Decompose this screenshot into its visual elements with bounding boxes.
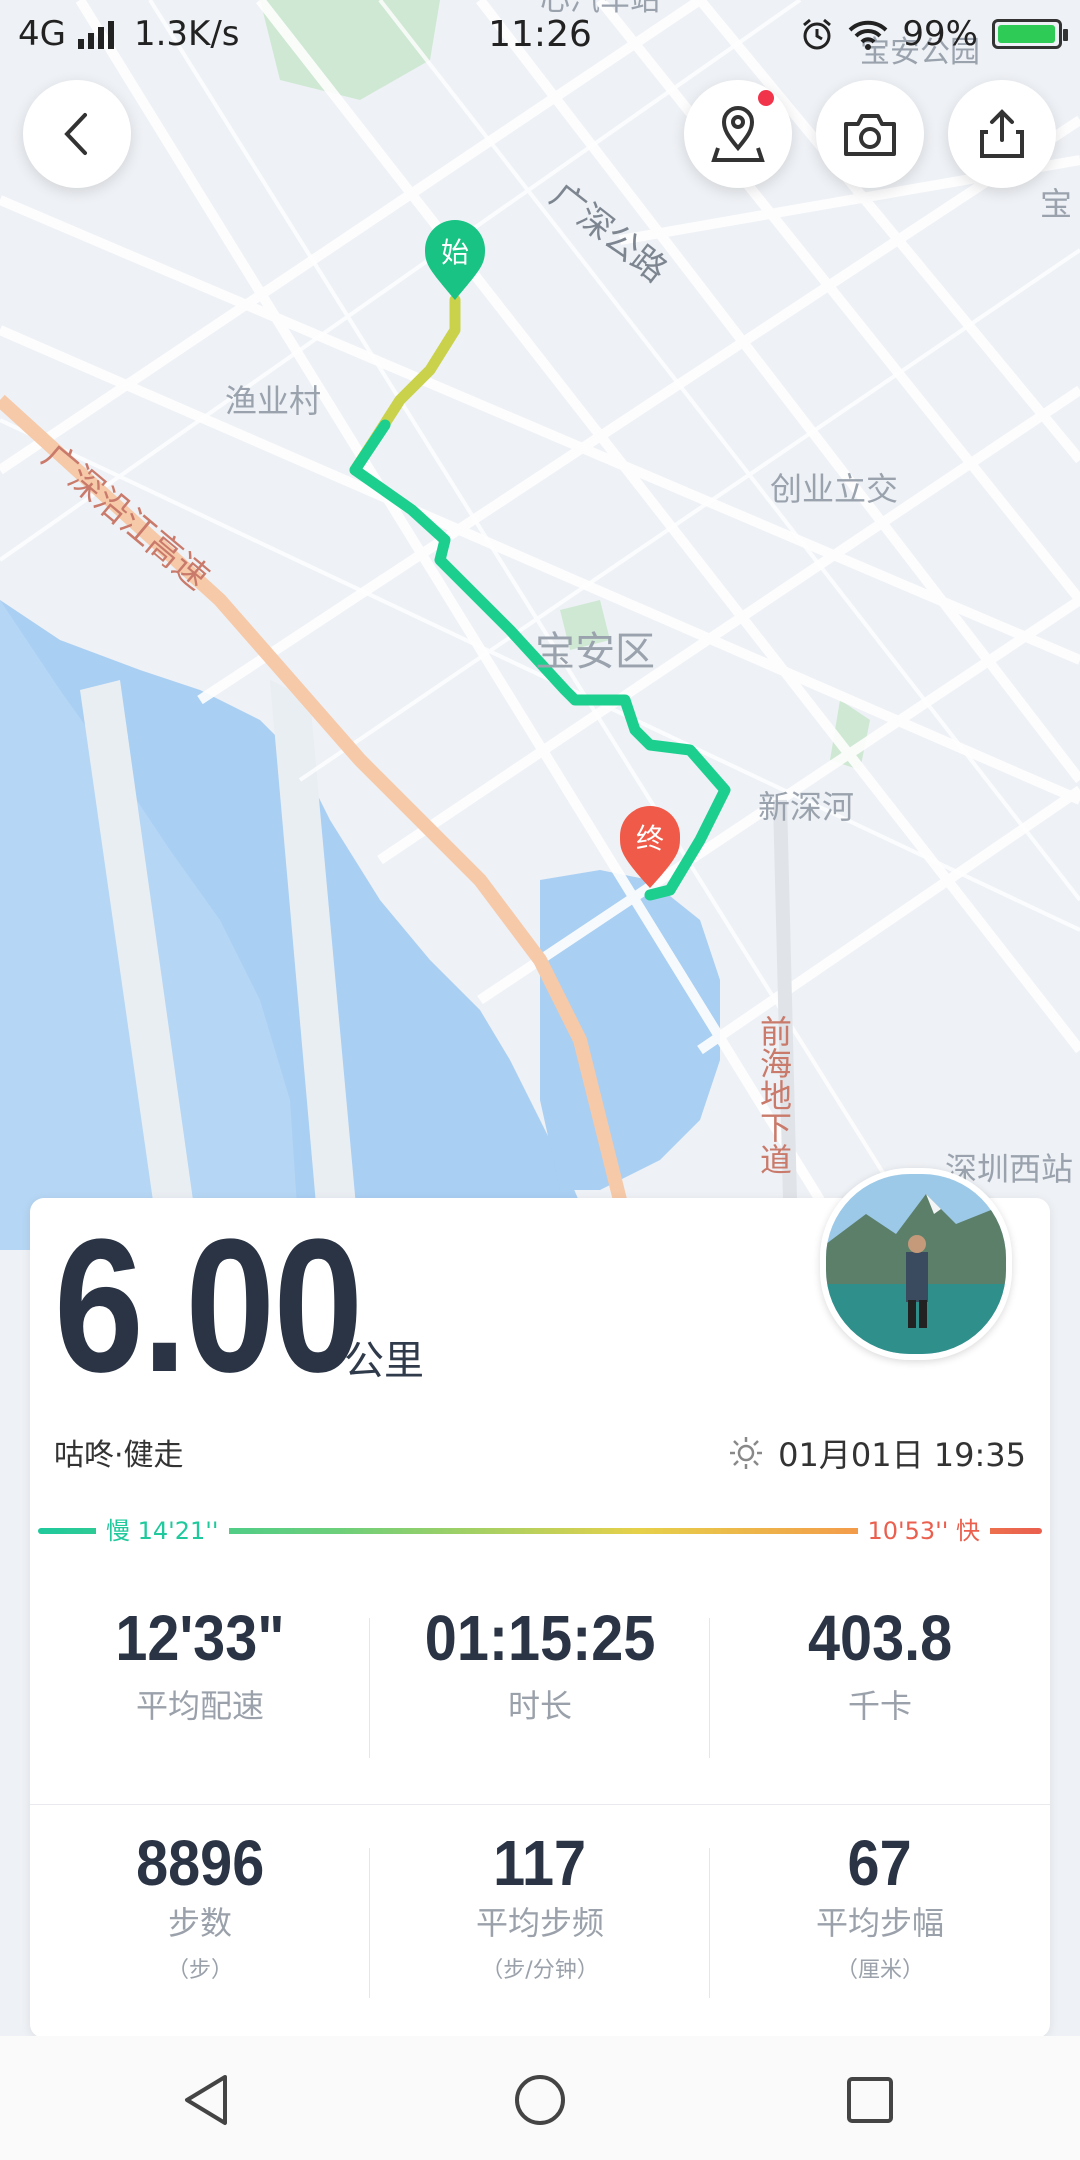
divider <box>30 1804 1050 1805</box>
stat-value: 8896 <box>135 1827 265 1899</box>
square-recents-icon <box>847 2077 893 2123</box>
chevron-left-icon <box>64 113 87 155</box>
map-label-bao: 宝 <box>1040 185 1072 223</box>
map-label-yuye: 渔业村 <box>225 382 321 420</box>
location-pin-icon <box>711 106 765 162</box>
stat-value: 403.8 <box>807 1602 953 1674</box>
stat-label: 千卡 <box>847 1687 912 1725</box>
triangle-back-icon <box>185 2075 227 2125</box>
stat-label: 平均配速 <box>135 1687 264 1725</box>
location-button[interactable] <box>684 80 792 188</box>
share-button[interactable] <box>948 80 1056 188</box>
stat-label: 平均步频 <box>475 1904 604 1942</box>
stat-unit: （步） <box>166 1958 233 1983</box>
battery-percent: 99% <box>902 14 978 54</box>
map-label-baoan: 宝安区 <box>535 629 655 675</box>
activity-type: 咕咚·健走 <box>54 1438 184 1473</box>
stat-cadence: 117 平均步频 （步/分钟） <box>370 1828 710 1984</box>
nav-home-button[interactable] <box>510 2070 570 2130</box>
divider <box>709 1618 710 1758</box>
avatar-photo <box>826 1174 1006 1354</box>
workout-datetime: 01月01日 19:35 <box>778 1436 1026 1474</box>
stat-stride: 67 平均步幅 （厘米） <box>710 1828 1050 1984</box>
stat-unit: （厘米） <box>835 1958 924 1983</box>
circle-home-icon <box>515 2075 565 2125</box>
stat-duration: 01:15:25 时长 <box>370 1603 710 1727</box>
divider <box>709 1848 710 1998</box>
sun-icon <box>730 1437 763 1469</box>
pace-gradient: 慢 14'21'' 10'53'' 快 <box>30 1516 1050 1546</box>
pace-slow-label: 慢 14'21'' <box>96 1516 229 1546</box>
status-bar: 4G 1.3K/s 11:26 99% <box>0 0 1080 80</box>
stat-value: 67 <box>847 1827 913 1899</box>
nav-back-button[interactable] <box>176 2070 236 2130</box>
map-label-xinshenhe: 新深河 <box>758 788 854 826</box>
summary-card: 6.00 公里 咕咚·健走 01月01日 19:35 慢 14'21'' 10'… <box>30 1168 1050 2038</box>
divider <box>369 1618 370 1758</box>
system-nav-bar <box>0 2036 1080 2160</box>
stat-unit: （步/分钟） <box>481 1958 599 1983</box>
camera-icon <box>844 114 896 156</box>
stat-calories: 403.8 千卡 <box>710 1603 1050 1727</box>
stat-avg-pace: 12'33" 平均配速 <box>30 1603 370 1727</box>
stat-value: 12'33" <box>115 1602 285 1674</box>
status-right: 99% <box>800 14 1068 54</box>
stat-steps: 8896 步数 （步） <box>30 1828 370 1984</box>
wifi-icon <box>849 20 888 50</box>
back-button[interactable] <box>23 80 131 188</box>
map-label-qianhai: 前海地下道 <box>755 1015 793 1175</box>
distance: 6.00 公里 <box>54 1200 424 1412</box>
nav-recents-button[interactable] <box>840 2070 900 2130</box>
stat-label: 步数 <box>167 1904 232 1942</box>
battery-fill <box>998 25 1055 43</box>
camera-button[interactable] <box>816 80 924 188</box>
workout-time: 01月01日 19:35 <box>728 1430 1026 1476</box>
avatar[interactable] <box>820 1168 1012 1360</box>
stat-value: 01:15:25 <box>424 1602 656 1674</box>
notification-dot <box>758 90 774 106</box>
divider <box>369 1848 370 1998</box>
stat-label: 时长 <box>507 1687 572 1725</box>
pace-fast-label: 10'53'' 快 <box>857 1516 990 1546</box>
share-icon <box>980 109 1024 158</box>
alarm-icon <box>803 18 832 50</box>
battery-icon <box>992 19 1068 49</box>
map-label-chuangye: 创业立交 <box>770 470 898 508</box>
end-marker-label: 终 <box>636 822 664 855</box>
start-marker-label: 始 <box>441 236 469 269</box>
stat-label: 平均步幅 <box>815 1904 944 1942</box>
distance-value: 6.00 <box>54 1200 363 1412</box>
stat-value: 117 <box>493 1827 587 1899</box>
username <box>820 1351 1060 1371</box>
